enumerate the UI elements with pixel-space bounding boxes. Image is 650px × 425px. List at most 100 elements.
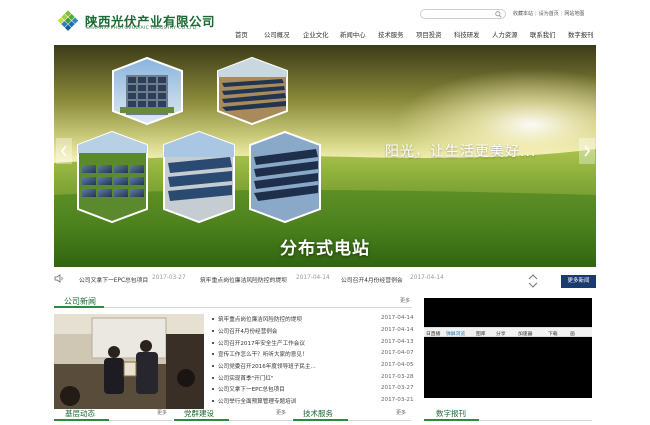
video-tool-barrage[interactable]: 弹屏浏览 bbox=[446, 330, 465, 337]
news-title[interactable]: 宣传工作怎么干？听听大家的意见！ bbox=[218, 350, 308, 358]
hex-photo-rooftop bbox=[163, 130, 235, 224]
video-tool-draw[interactable]: 画 bbox=[570, 330, 575, 337]
more-news-button[interactable]: 更多新闻 bbox=[561, 275, 596, 288]
news-list-item[interactable]: 筑牢重点岗位廉洁风险防控的堤坝 2017-04-14 bbox=[212, 315, 414, 324]
hex-photo-large-array bbox=[249, 130, 321, 224]
grassroots-news-more-link[interactable]: 更多 bbox=[157, 409, 167, 416]
company-name-en: SHAANXI PHOTOVOLTAIC INDUSTRY CO.LTD. bbox=[86, 26, 199, 31]
speaker-icon bbox=[54, 274, 63, 283]
banner-next-button[interactable] bbox=[579, 138, 595, 164]
news-title[interactable]: 公司召开4月份经营例会 bbox=[218, 327, 278, 335]
bullet bbox=[212, 400, 214, 402]
hex-photo-building bbox=[112, 56, 183, 126]
chevron-down-icon bbox=[528, 282, 538, 288]
bullet bbox=[212, 377, 214, 379]
section-divider bbox=[54, 307, 412, 308]
ticker-scroll-arrows[interactable] bbox=[527, 273, 539, 289]
video-tool-accelerator[interactable]: 加速器 bbox=[518, 330, 532, 337]
nav-item-news-center[interactable]: 新闻中心 bbox=[340, 30, 366, 39]
search-box bbox=[420, 9, 506, 19]
news-list-item[interactable]: 公司实现首季"开门红" 2017-03-28 bbox=[212, 374, 414, 383]
digital-newspaper-title[interactable]: 数字报刊 bbox=[436, 408, 466, 419]
news-title[interactable]: 公司召开2017年安全生产工作会议 bbox=[218, 339, 305, 347]
ticker-date: 2017-04-14 bbox=[296, 275, 330, 281]
ticker-item[interactable]: 筑牢重点岗位廉洁风险防控的堤坝 bbox=[200, 275, 287, 284]
ticker-date: 2017-04-14 bbox=[410, 275, 444, 281]
news-date: 2017-04-14 bbox=[381, 327, 414, 333]
news-list-item[interactable]: 公司又拿下一EPC总包项目 2017-03-27 bbox=[212, 385, 414, 394]
video-tool-download[interactable]: 下载 bbox=[548, 330, 558, 337]
news-date: 2017-03-28 bbox=[381, 374, 414, 380]
news-date: 2017-04-13 bbox=[381, 339, 414, 345]
search-icon[interactable] bbox=[495, 11, 502, 18]
news-date: 2017-04-05 bbox=[381, 362, 414, 368]
nav-item-home[interactable]: 首页 bbox=[235, 30, 248, 39]
logo-diamond-icon bbox=[57, 10, 79, 31]
bullet bbox=[212, 330, 214, 332]
top-links: 收藏本站 | 设为首页 | 网站地图 bbox=[513, 10, 584, 17]
company-logo[interactable]: 陕西光伏产业有限公司 SHAANXI PHOTOVOLTAIC INDUSTRY… bbox=[55, 9, 215, 33]
hex-photo-ground-panels bbox=[77, 130, 148, 224]
chevron-up-icon bbox=[528, 274, 538, 280]
bullet bbox=[212, 365, 214, 367]
news-list-item[interactable]: 公司党委召开2016年度领导班子民主... 2017-04-05 bbox=[212, 362, 414, 371]
news-title[interactable]: 公司举行全面预算管理专题培训 bbox=[218, 397, 296, 405]
nav-item-company-overview[interactable]: 公司概况 bbox=[264, 30, 290, 39]
news-title[interactable]: 公司党委召开2016年度领导班子民主... bbox=[218, 362, 316, 370]
section-underline bbox=[293, 419, 348, 421]
banner-prev-button[interactable] bbox=[56, 138, 72, 164]
section-underline bbox=[174, 419, 229, 421]
tech-service-title[interactable]: 技术服务 bbox=[303, 408, 333, 419]
news-list-item[interactable]: 公司举行全面预算管理专题培训 2017-03-21 bbox=[212, 397, 414, 406]
news-date: 2017-04-14 bbox=[381, 315, 414, 321]
news-date: 2017-03-21 bbox=[381, 397, 414, 403]
news-date: 2017-04-07 bbox=[381, 350, 414, 356]
news-photo[interactable] bbox=[54, 314, 204, 409]
party-building-more-link[interactable]: 更多 bbox=[276, 409, 286, 416]
bullet bbox=[212, 388, 214, 390]
video-toolbar: 日直播 弹屏浏览 图库 分享 加速器 下载 画 bbox=[424, 327, 592, 337]
company-news-more-link[interactable]: 更多 bbox=[400, 297, 410, 304]
tech-service-more-link[interactable]: 更多 bbox=[396, 409, 406, 416]
video-tool-live[interactable]: 日直播 bbox=[426, 330, 440, 337]
section-underline bbox=[54, 419, 109, 421]
news-title[interactable]: 公司又拿下一EPC总包项目 bbox=[218, 385, 285, 393]
news-title[interactable]: 筑牢重点岗位廉洁风险防控的堤坝 bbox=[218, 315, 302, 323]
news-list-item[interactable]: 公司召开2017年安全生产工作会议 2017-04-13 bbox=[212, 339, 414, 348]
bullet bbox=[212, 342, 214, 344]
bullet bbox=[212, 318, 214, 320]
video-tool-share[interactable]: 分享 bbox=[496, 330, 506, 337]
grassroots-news-title[interactable]: 基层动态 bbox=[65, 408, 95, 419]
news-list-item[interactable]: 公司召开4月份经营例会 2017-04-14 bbox=[212, 327, 414, 336]
nav-item-project-investment[interactable]: 项目投资 bbox=[416, 30, 442, 39]
sitemap-link[interactable]: 网站地图 bbox=[564, 11, 584, 17]
search-input[interactable] bbox=[425, 11, 491, 18]
section-underline bbox=[424, 419, 479, 421]
news-list-item[interactable]: 宣传工作怎么干？听听大家的意见！ 2017-04-07 bbox=[212, 350, 414, 359]
section-underline bbox=[54, 306, 104, 308]
nav-item-contact[interactable]: 联系我们 bbox=[530, 30, 556, 39]
ticker-date: 2017-03-27 bbox=[152, 275, 186, 281]
video-tool-gallery[interactable]: 图库 bbox=[476, 330, 486, 337]
bookmark-link[interactable]: 收藏本站 bbox=[513, 11, 533, 17]
nav-item-hr[interactable]: 人力资源 bbox=[492, 30, 518, 39]
hex-photo-solar-farm bbox=[217, 56, 288, 126]
ticker-item[interactable]: 公司召开4月份经营例会 bbox=[341, 275, 403, 284]
party-building-title[interactable]: 党群建设 bbox=[184, 408, 214, 419]
banner-slogan: 阳光，让生活更美好... bbox=[385, 144, 537, 160]
set-homepage-link[interactable]: 设为首页 bbox=[539, 11, 559, 17]
nav-item-rnd[interactable]: 科技研发 bbox=[454, 30, 480, 39]
video-player[interactable] bbox=[424, 298, 592, 398]
nav-item-tech-service[interactable]: 技术服务 bbox=[378, 30, 404, 39]
news-photo-image bbox=[54, 314, 204, 409]
nav-item-corporate-culture[interactable]: 企业文化 bbox=[303, 30, 329, 39]
banner-caption: 分布式电站 bbox=[280, 239, 370, 259]
chevron-right-icon bbox=[584, 145, 591, 157]
chevron-left-icon bbox=[60, 145, 67, 157]
news-date: 2017-03-27 bbox=[381, 385, 414, 391]
news-title[interactable]: 公司实现首季"开门红" bbox=[218, 374, 274, 382]
separator: | bbox=[560, 11, 563, 17]
ticker-item[interactable]: 公司又拿下一EPC总包项目 bbox=[79, 275, 148, 284]
bullet bbox=[212, 353, 214, 355]
nav-item-digital-newspaper[interactable]: 数字报刊 bbox=[568, 30, 594, 39]
